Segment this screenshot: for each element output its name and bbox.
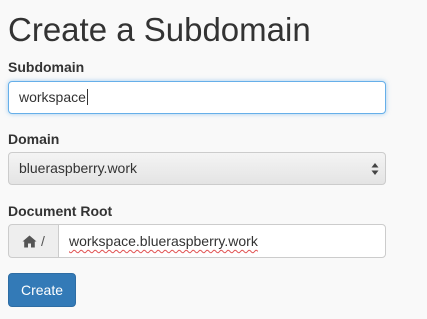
- document-root-input[interactable]: workspace.blueraspberry.work: [58, 224, 386, 258]
- path-separator: /: [41, 233, 45, 249]
- text-caret: [86, 89, 88, 105]
- home-icon: [22, 235, 37, 248]
- document-root-value: workspace.blueraspberry.work: [69, 233, 258, 249]
- domain-label: Domain: [8, 131, 60, 147]
- document-root-label: Document Root: [8, 203, 113, 219]
- document-root-prefix: /: [8, 224, 59, 258]
- domain-select[interactable]: blueraspberry.work: [8, 152, 386, 185]
- subdomain-label: Subdomain: [8, 59, 85, 75]
- page-title: Create a Subdomain: [8, 11, 311, 48]
- select-arrows-icon: [371, 163, 379, 175]
- domain-selected-value: blueraspberry.work: [19, 160, 138, 176]
- create-button[interactable]: Create: [8, 273, 76, 307]
- subdomain-input[interactable]: workspace: [8, 81, 386, 114]
- subdomain-value: workspace: [19, 89, 86, 105]
